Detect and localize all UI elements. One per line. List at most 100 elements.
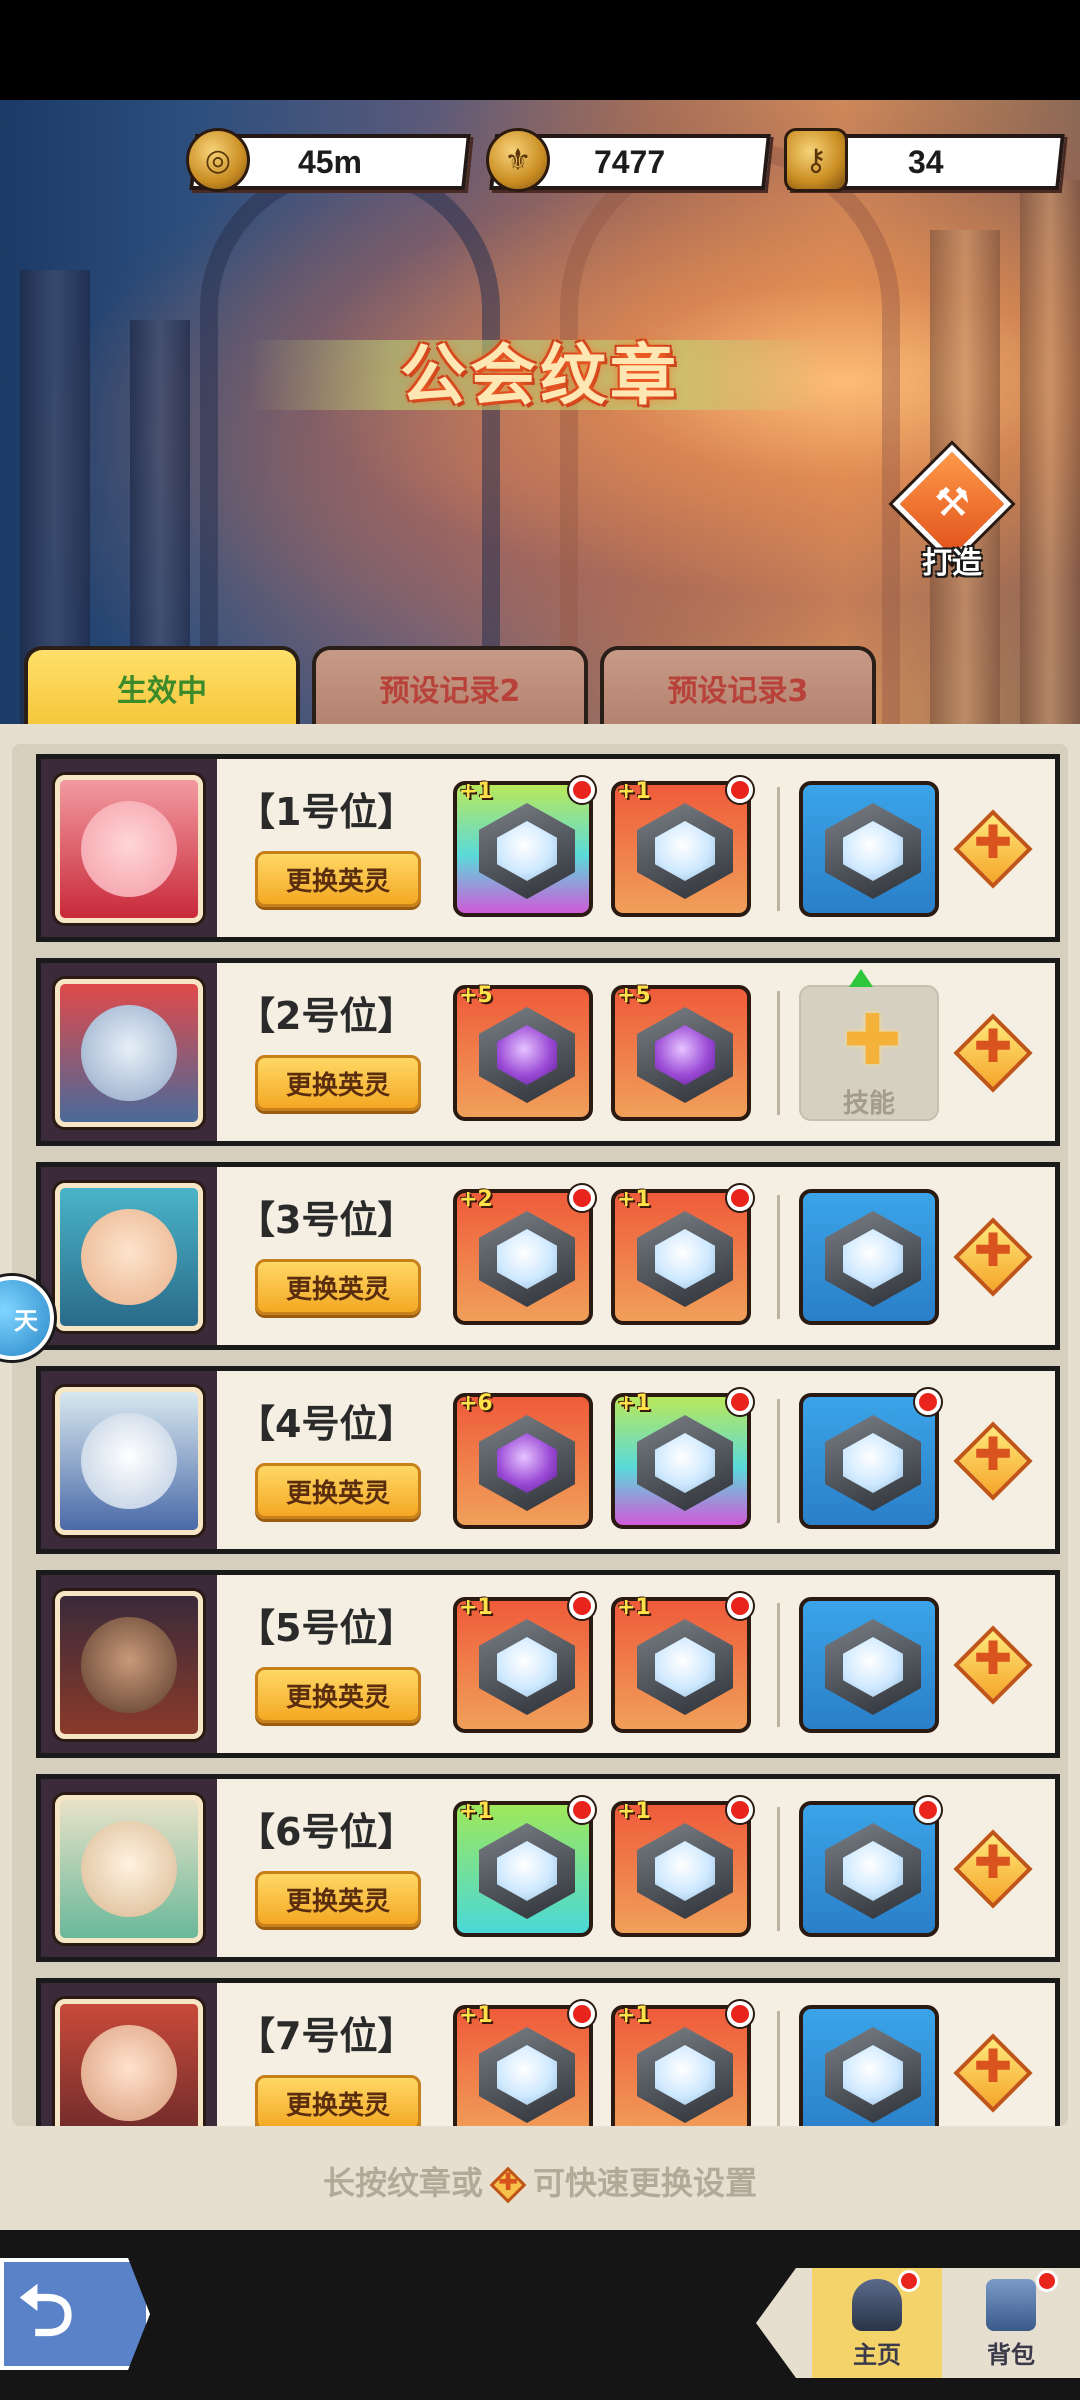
skill-emblem[interactable] [799,1797,941,1937]
quick-swap-button[interactable]: ✚ [953,1013,1033,1093]
slot-label: 【6号位】 [237,1810,416,1854]
quick-swap-button[interactable]: ✚ [953,1625,1033,1705]
tab-active-label: 生效中 [117,674,207,709]
page-title: 公会纹章 [400,337,680,414]
slot-row: 【3号位】 更换英灵 +2 +1 ✚ [36,1162,1060,1350]
emblem-slot-2[interactable]: +1 [611,2001,753,2126]
skill-emblem[interactable] [799,1389,941,1529]
emblem-level: +5 [459,983,493,1008]
hint-after: 可快速更换设置 [533,2164,758,2202]
slot-label: 【5号位】 [237,1606,416,1650]
emblem-level: +2 [459,1187,493,1212]
plus-icon: ✚ [843,999,902,1081]
swap-hero-button[interactable]: 更换英灵 [255,1871,421,1927]
notification-dot [915,1389,941,1415]
emblem-slot-1[interactable]: +5 [453,983,593,1121]
emblem-slot-2[interactable]: +1 [611,1593,753,1733]
emblem-slot-1[interactable]: +2 [453,1185,595,1325]
hero-avatar[interactable] [55,1999,203,2126]
emblem-slot-1[interactable]: +1 [453,2001,595,2126]
back-button[interactable]: ⮌ [0,2258,150,2370]
emblem-panel: 【1号位】 更换英灵 +1 +1 ✚ 【2号位】 更换英灵 +5 +5 ✚ 技能… [0,724,1080,2230]
slot-label: 【7号位】 [237,2014,416,2058]
hero-avatar[interactable] [55,1591,203,1739]
upgrade-arrow-icon [849,969,873,987]
notification-dot [569,1185,595,1211]
hero-avatar[interactable] [55,979,203,1127]
skill-emblem[interactable] [799,2005,939,2126]
swap-hero-button[interactable]: 更换英灵 [255,1055,421,1111]
nav-bag-label: 背包 [987,2341,1035,2369]
slot-label: 【4号位】 [237,1402,416,1446]
move-icon: ✚ [973,1223,1013,1277]
move-icon: ✚ [973,2039,1013,2093]
emblem-slot-2[interactable]: +1 [611,777,753,917]
slot-row: 【6号位】 更换英灵 +1 +1 ✚ [36,1774,1060,1962]
emblem-level: +1 [459,1595,493,1620]
forge-label: 打造 [922,546,982,581]
tab-preset-3[interactable]: 预设记录3 [600,646,876,726]
nav-home-label: 主页 [853,2341,901,2369]
slot-row: 【5号位】 更换英灵 +1 +1 ✚ [36,1570,1060,1758]
hero-avatar[interactable] [55,1387,203,1535]
quick-swap-button[interactable]: ✚ [953,1829,1033,1909]
coin-icon: ◎ [186,128,250,192]
side-badge-label: 天 [14,1306,38,1335]
emblem-slot-2[interactable]: +5 [611,983,751,1121]
hero-avatar[interactable] [55,1183,203,1331]
quick-swap-button[interactable]: ✚ [953,1217,1033,1297]
notification-dot [569,777,595,803]
slot-list[interactable]: 【1号位】 更换英灵 +1 +1 ✚ 【2号位】 更换英灵 +5 +5 ✚ 技能… [12,744,1068,2126]
resource-coins-value: 45m [297,143,363,180]
status-bar [0,0,1080,100]
emblem-slot-1[interactable]: +1 [453,777,595,917]
slot-label: 【1号位】 [237,790,416,834]
notification-dot [915,1797,941,1823]
notification-dot [727,1389,753,1415]
emblem-slot-2[interactable]: +1 [611,1389,753,1529]
swap-hero-button[interactable]: 更换英灵 [255,1259,421,1315]
emblem-level: +6 [459,1391,493,1416]
tab-preset-3-label: 预设记录3 [667,674,809,709]
emblem-level: +1 [617,1799,651,1824]
notification-dot [727,777,753,803]
swap-hero-button[interactable]: 更换英灵 [255,2075,421,2126]
swap-hero-button[interactable]: 更换英灵 [255,1463,421,1519]
emblem-slot-2[interactable]: +1 [611,1797,753,1937]
guild-coin-icon: ⚜ [486,128,550,192]
tab-preset-2[interactable]: 预设记录2 [312,646,588,726]
emblem-level: +1 [617,2003,651,2028]
move-icon: ✚ [973,1427,1013,1481]
helmet-icon [852,2279,902,2331]
emblem-level: +1 [459,779,493,804]
forge-button[interactable]: ⚒ 打造 [892,444,1012,581]
skill-emblem[interactable] [799,1597,939,1733]
quick-swap-button[interactable]: ✚ [953,2033,1033,2113]
resource-guild-coins-value: 7477 [594,143,666,180]
quick-swap-button[interactable]: ✚ [953,1421,1033,1501]
emblem-level: +1 [459,2003,493,2028]
tab-preset-2-label: 预设记录2 [379,674,521,709]
hint-before: 长按纹章或 [322,2164,483,2202]
quick-swap-button[interactable]: ✚ [953,809,1033,889]
anvil-icon: ⚒ [934,480,970,526]
skill-emblem[interactable] [799,781,939,917]
hero-avatar[interactable] [55,1795,203,1943]
hint-text: 长按纹章或 ✚ 可快速更换设置 [0,2158,1080,2204]
emblem-slot-1[interactable]: +6 [453,1391,593,1529]
nav-home[interactable]: 主页 [812,2268,942,2378]
skill-label: 技能 [842,1089,895,1119]
emblem-slot-1[interactable]: +1 [453,1593,595,1733]
swap-hero-button[interactable]: 更换英灵 [255,1667,421,1723]
notification-dot [569,1593,595,1619]
swap-hero-button[interactable]: 更换英灵 [255,851,421,907]
emblem-slot-2[interactable]: +1 [611,1185,753,1325]
slot-label: 【3号位】 [237,1198,416,1242]
emblem-slot-1[interactable]: +1 [453,1797,595,1937]
emblem-level: +1 [617,1187,651,1212]
hero-avatar[interactable] [55,775,203,923]
empty-skill-slot[interactable]: ✚ 技能 [799,985,939,1121]
move-icon: ✚ [973,1019,1013,1073]
tab-active[interactable]: 生效中 [24,646,300,726]
skill-emblem[interactable] [799,1189,939,1325]
